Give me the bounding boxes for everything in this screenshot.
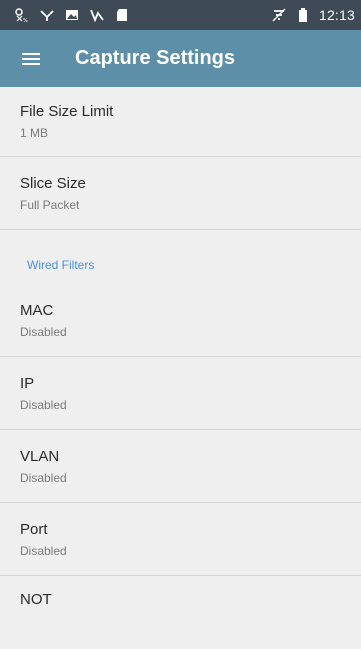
- battery-icon: [295, 7, 311, 23]
- hamburger-menu-icon[interactable]: [20, 48, 42, 70]
- setting-file-size-limit[interactable]: File Size Limit 1 MB: [0, 87, 361, 157]
- setting-title: Slice Size: [20, 174, 86, 192]
- status-bar-time: 12:13: [318, 7, 355, 23]
- setting-slice-size[interactable]: Slice Size Full Packet: [0, 157, 361, 230]
- svg-text:%: %: [23, 18, 28, 23]
- sd-card-icon: [114, 7, 130, 23]
- wifi-off-icon: [271, 7, 287, 23]
- status-bar-right: 12:13: [271, 7, 355, 23]
- shuffle-icon: [39, 7, 55, 23]
- filter-title: IP: [20, 374, 35, 392]
- filter-title: Port: [20, 520, 48, 538]
- page-title: Capture Settings: [75, 47, 236, 69]
- setting-title: File Size Limit: [20, 103, 114, 120]
- status-bar-left: %: [14, 7, 130, 23]
- settings-list: File Size Limit 1 MB Slice Size Full Pac…: [0, 87, 361, 649]
- filter-vlan[interactable]: VLAN Disabled: [0, 430, 361, 503]
- setting-value: 1 MB: [20, 126, 49, 140]
- image-icon: [64, 7, 80, 23]
- section-header-wired-filters: Wired Filters: [27, 258, 95, 272]
- status-bar: % 12:13: [0, 0, 361, 30]
- filter-value: Disabled: [20, 397, 67, 412]
- battery-100-icon: %: [14, 7, 30, 23]
- filter-not[interactable]: NOT: [0, 576, 361, 649]
- filter-title: VLAN: [20, 447, 60, 465]
- app-bar: Capture Settings: [0, 30, 361, 87]
- signal-strength-icon: [89, 7, 105, 23]
- filter-title: NOT: [20, 591, 52, 608]
- filter-value: Disabled: [20, 324, 67, 339]
- filter-port[interactable]: Port Disabled: [0, 503, 361, 576]
- filter-ip[interactable]: IP Disabled: [0, 357, 361, 430]
- setting-value: Full Packet: [20, 197, 80, 212]
- filter-value: Disabled: [20, 470, 67, 485]
- filter-mac[interactable]: MAC Disabled: [0, 284, 361, 357]
- filter-title: MAC: [20, 301, 54, 319]
- filter-value: Disabled: [20, 543, 67, 558]
